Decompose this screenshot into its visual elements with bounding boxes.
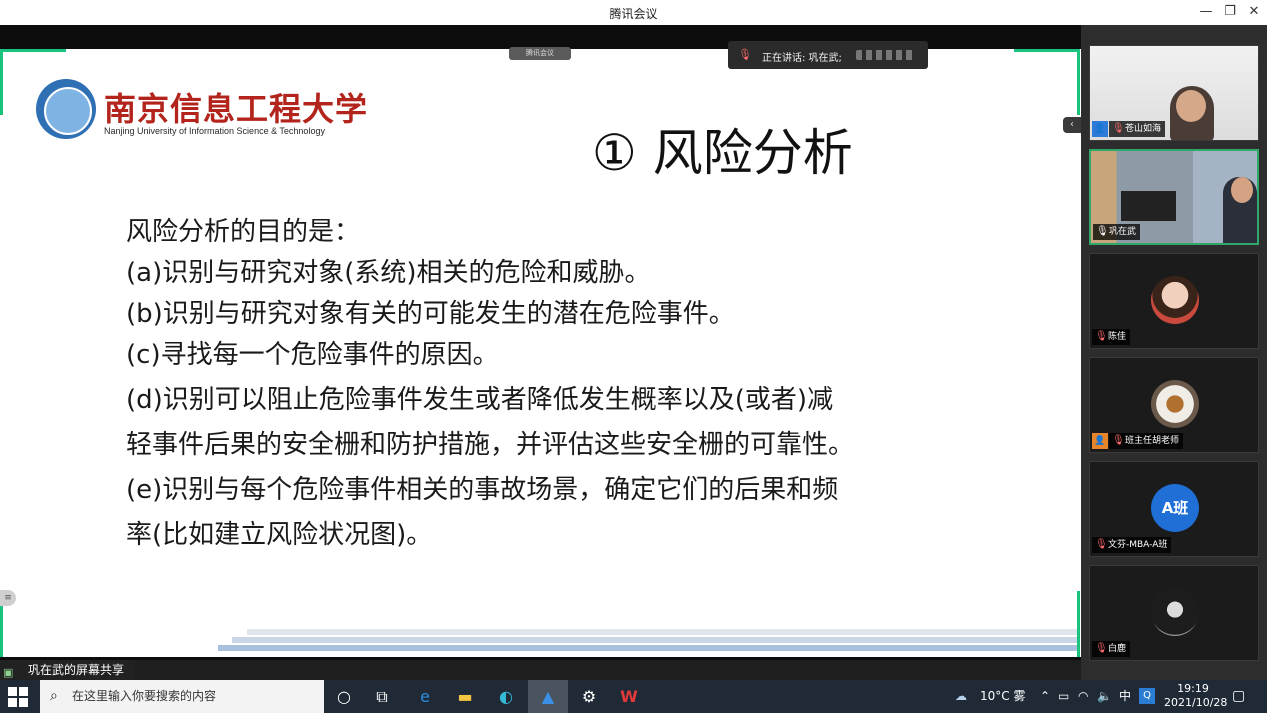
slide-line: (a)识别与研究对象(系统)相关的危险和威胁。 bbox=[126, 258, 651, 288]
title-bar: 腾讯会议 — ❐ ✕ bbox=[0, 0, 1267, 25]
weather-text[interactable]: 10°C 雾 bbox=[980, 680, 1025, 713]
participant-nameplate: 🎙 班主任胡老师 bbox=[1109, 433, 1184, 449]
clock-time: 19:19 bbox=[1177, 682, 1209, 695]
slide-decor-stripe bbox=[247, 629, 1077, 635]
mic-muted-icon: 🎙 bbox=[1112, 435, 1125, 446]
search-placeholder: 在这里输入你要搜索的内容 bbox=[72, 689, 217, 703]
slide-line: 率(比如建立风险状况图)。 bbox=[126, 520, 433, 550]
participant-name: 白鹿 bbox=[1108, 644, 1127, 654]
settings-icon[interactable]: ⚙ bbox=[575, 684, 603, 710]
user-icon: 👤 bbox=[1092, 121, 1108, 137]
university-name-en: Nanjing University of Information Scienc… bbox=[104, 126, 325, 136]
share-frame-corner bbox=[0, 49, 3, 115]
university-logo-icon bbox=[36, 79, 96, 139]
ie-browser-icon[interactable]: e bbox=[411, 684, 439, 710]
close-button[interactable]: ✕ bbox=[1244, 3, 1264, 21]
slide-title: ① 风险分析 bbox=[592, 124, 853, 182]
file-explorer-icon[interactable]: ▬ bbox=[451, 684, 479, 710]
taskbar: ⌕ 在这里输入你要搜索的内容 ○ ⧉ e ▬ ◐ ▲ ⚙ W ☁ 10°C 雾 … bbox=[0, 680, 1267, 713]
clock-date: 2021/10/28 bbox=[1164, 696, 1228, 709]
participant-tile[interactable]: 👤 🎙 苍山如海 bbox=[1089, 45, 1259, 141]
taskbar-search[interactable]: ⌕ 在这里输入你要搜索的内容 bbox=[40, 680, 324, 713]
slide-line: 轻事件后果的安全栅和防护措施，并评估这些安全栅的可靠性。 bbox=[126, 430, 855, 460]
mic-muted-icon: 🎙 bbox=[1095, 643, 1108, 654]
tencent-meeting-icon: ▲ bbox=[541, 687, 555, 706]
battery-icon[interactable]: ▭ bbox=[1058, 680, 1069, 713]
wps-office-icon[interactable]: W bbox=[615, 684, 643, 710]
person-face bbox=[1176, 90, 1206, 122]
wifi-icon[interactable]: ◠ bbox=[1078, 680, 1088, 713]
notification-icon[interactable]: ▢ bbox=[1232, 680, 1245, 713]
person-face bbox=[1231, 177, 1253, 203]
participant-nameplate: 🎙 苍山如海 bbox=[1109, 121, 1166, 137]
search-icon: ⌕ bbox=[50, 688, 58, 704]
share-frame-corner bbox=[0, 49, 66, 52]
mic-muted-icon: 🎙 bbox=[1112, 123, 1125, 134]
avatar bbox=[1151, 380, 1199, 428]
avatar: A班 bbox=[1151, 484, 1199, 532]
audio-level-icon bbox=[856, 50, 916, 60]
participant-name: 班主任胡老师 bbox=[1125, 436, 1180, 446]
tencent-meeting-taskbar-button[interactable]: ▲ bbox=[528, 680, 568, 713]
slide-line: (e)识别与每个危险事件相关的事故场景，确定它们的后果和频 bbox=[126, 475, 839, 505]
share-frame-corner bbox=[1014, 49, 1080, 52]
slide-decor-stripe bbox=[218, 645, 1077, 651]
speaking-indicator: 🎙 正在讲话: 巩在武; bbox=[728, 41, 928, 69]
share-label: ▣ 巩在武的屏幕共享 bbox=[0, 660, 135, 680]
mic-icon: 🎙 bbox=[738, 48, 752, 61]
share-label-text: 巩在武的屏幕共享 bbox=[28, 663, 125, 677]
collapse-panel-button[interactable]: ‹ bbox=[1063, 117, 1081, 133]
slide-decor-stripe bbox=[232, 637, 1077, 643]
volume-icon[interactable]: 🔈 bbox=[1097, 680, 1112, 713]
edge-browser-icon[interactable]: ◐ bbox=[492, 684, 520, 710]
participant-name: 巩在武 bbox=[1109, 227, 1137, 237]
share-frame-corner bbox=[1077, 49, 1080, 115]
system-clock[interactable]: 19:19 2021/10/28 bbox=[1164, 682, 1228, 710]
participant-nameplate: 🎙 巩在武 bbox=[1093, 224, 1141, 240]
restore-button[interactable]: ❐ bbox=[1220, 3, 1240, 21]
slide-body: 风险分析的目的是： (a)识别与研究对象(系统)相关的危险和威胁。 (b)识别与… bbox=[126, 212, 986, 556]
toolbar-toggle-button[interactable]: ≡ bbox=[0, 590, 16, 606]
cortana-icon[interactable]: ○ bbox=[330, 684, 358, 710]
participant-nameplate: 🎙 陈佳 bbox=[1092, 329, 1131, 345]
participant-tile[interactable]: 🎙 巩在武 bbox=[1089, 149, 1259, 245]
video-object bbox=[1121, 191, 1176, 221]
qq-icon[interactable]: Q bbox=[1139, 688, 1155, 704]
participant-tile[interactable]: 🎙 白鹿 bbox=[1089, 565, 1259, 661]
participant-nameplate: 🎙 白鹿 bbox=[1092, 641, 1131, 657]
participant-name: 苍山如海 bbox=[1125, 124, 1162, 134]
mic-icon: 🎙 bbox=[1096, 226, 1109, 237]
ime-indicator[interactable]: 中 bbox=[1119, 680, 1131, 713]
participant-name: 陈佳 bbox=[1108, 332, 1127, 342]
weather-icon[interactable]: ☁ bbox=[955, 680, 967, 713]
slide-line: 风险分析的目的是： bbox=[126, 217, 361, 247]
slide-line: (d)识别可以阻止危险事件发生或者降低发生概率以及(或者)减 bbox=[126, 385, 834, 415]
slide-line: (c)寻找每一个危险事件的原因。 bbox=[126, 340, 499, 370]
minimize-button[interactable]: — bbox=[1196, 3, 1216, 21]
participant-tile[interactable]: A班 🎙 文芬-MBA-A班 bbox=[1089, 461, 1259, 557]
participant-tile[interactable]: 👤 🎙 班主任胡老师 bbox=[1089, 357, 1259, 453]
meeting-chip[interactable]: 腾讯会议 bbox=[509, 47, 571, 60]
mic-muted-icon: 🎙 bbox=[1095, 539, 1108, 550]
avatar bbox=[1151, 588, 1199, 636]
participant-tile[interactable]: 🎙 陈佳 bbox=[1089, 253, 1259, 349]
task-view-icon[interactable]: ⧉ bbox=[368, 684, 396, 710]
participant-nameplate: 🎙 文芬-MBA-A班 bbox=[1092, 537, 1172, 553]
window-title: 腾讯会议 bbox=[609, 7, 658, 21]
avatar bbox=[1151, 276, 1199, 324]
slide-line: (b)识别与研究对象有关的可能发生的潜在危险事件。 bbox=[126, 299, 735, 329]
windows-start-icon[interactable] bbox=[8, 687, 28, 707]
tray-chevron-icon[interactable]: ⌃ bbox=[1040, 680, 1050, 713]
participant-name: 文芬-MBA-A班 bbox=[1108, 540, 1168, 550]
user-icon: 👤 bbox=[1092, 433, 1108, 449]
mic-muted-icon: 🎙 bbox=[1095, 331, 1108, 342]
share-frame-corner bbox=[1077, 591, 1080, 657]
speaking-label: 正在讲话: 巩在武; bbox=[762, 53, 842, 64]
university-name: 南京信息工程大学 bbox=[104, 90, 369, 128]
